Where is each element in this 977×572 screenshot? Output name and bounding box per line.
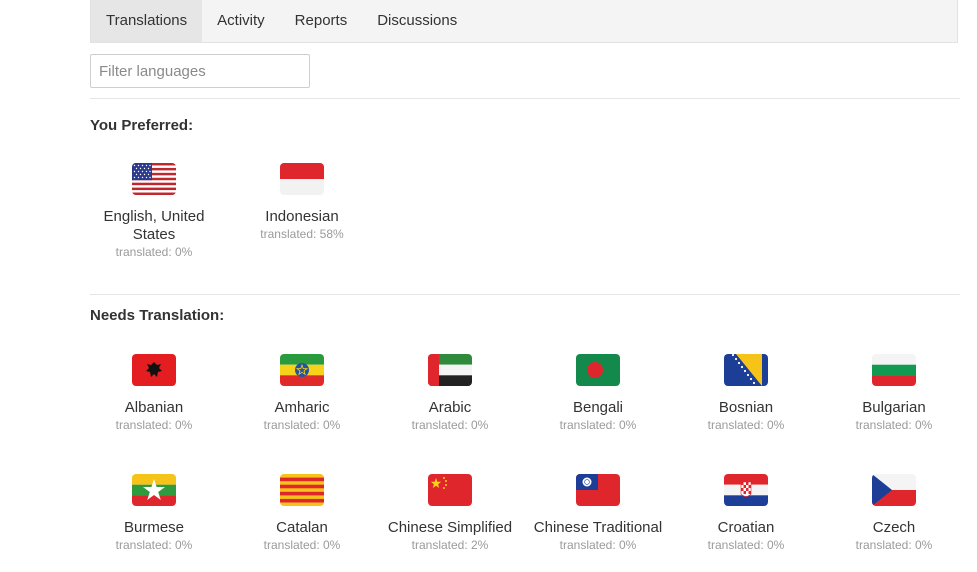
indonesia-flag-icon (280, 163, 324, 195)
language-name: Chinese Simplified (387, 519, 513, 536)
language-item-bengali[interactable]: Bengali translated: 0% (524, 354, 672, 433)
translation-status: translated: 0% (855, 418, 933, 432)
language-name: Amharic (274, 399, 330, 416)
language-item-czech[interactable]: Czech translated: 0% (820, 474, 968, 553)
bangladesh-flag-icon (576, 354, 620, 386)
language-name: Bulgarian (862, 399, 926, 416)
translation-status: translated: 2% (411, 538, 489, 552)
bulgaria-flag-icon (872, 354, 916, 386)
language-name: Burmese (123, 519, 185, 536)
language-name: Albanian (124, 399, 184, 416)
myanmar-flag-icon (132, 474, 176, 506)
bosnia-flag-icon (724, 354, 768, 386)
language-item-chinese-simplified[interactable]: Chinese Simplified translated: 2% (376, 474, 524, 553)
taiwan-flag-icon (576, 474, 620, 506)
needs-section-title: Needs Translation: (90, 307, 225, 324)
language-name: Czech (872, 519, 916, 536)
tab-discussions[interactable]: Discussions (362, 0, 472, 42)
language-item-arabic[interactable]: Arabic translated: 0% (376, 354, 524, 433)
divider (90, 294, 960, 295)
translation-status: translated: 0% (559, 418, 637, 432)
language-name: English, United States (103, 208, 205, 243)
translation-status: translated: 0% (263, 418, 341, 432)
albania-flag-icon (132, 354, 176, 386)
translation-status: translated: 0% (115, 418, 193, 432)
language-name: Chinese Traditional (533, 519, 663, 536)
language-item-bulgarian[interactable]: Bulgarian translated: 0% (820, 354, 968, 433)
tab-bar: Translations Activity Reports Discussion… (90, 0, 958, 43)
language-item-indonesian[interactable]: Indonesian translated: 58% (228, 163, 376, 242)
translation-status: translated: 0% (115, 245, 193, 259)
us-flag-icon (132, 163, 176, 195)
translation-status: translated: 58% (260, 227, 344, 241)
language-item-amharic[interactable]: Amharic translated: 0% (228, 354, 376, 433)
language-item-croatian[interactable]: Croatian translated: 0% (672, 474, 820, 553)
catalonia-flag-icon (280, 474, 324, 506)
translation-status: translated: 0% (115, 538, 193, 552)
filter-languages-input[interactable] (90, 54, 310, 88)
translation-status: translated: 0% (411, 418, 489, 432)
translation-status: translated: 0% (263, 538, 341, 552)
china-flag-icon (428, 474, 472, 506)
language-name: Indonesian (265, 208, 339, 225)
language-item-catalan[interactable]: Catalan translated: 0% (228, 474, 376, 553)
ethiopia-flag-icon (280, 354, 324, 386)
translation-status: translated: 0% (707, 418, 785, 432)
translation-status: translated: 0% (707, 538, 785, 552)
language-name: Bosnian (718, 399, 774, 416)
language-name: Catalan (276, 519, 328, 536)
czech-flag-icon (872, 474, 916, 506)
translation-status: translated: 0% (855, 538, 933, 552)
language-name: Croatian (717, 519, 775, 536)
divider (90, 98, 960, 99)
tab-activity[interactable]: Activity (202, 0, 280, 42)
language-item-english-us[interactable]: English, United States translated: 0% (80, 163, 228, 260)
language-item-bosnian[interactable]: Bosnian translated: 0% (672, 354, 820, 433)
language-item-chinese-traditional[interactable]: Chinese Traditional translated: 0% (524, 474, 672, 553)
language-item-burmese[interactable]: Burmese translated: 0% (80, 474, 228, 553)
tab-reports[interactable]: Reports (280, 0, 363, 42)
language-name: Arabic (428, 399, 472, 416)
tab-translations[interactable]: Translations (91, 0, 203, 42)
croatia-flag-icon (724, 474, 768, 506)
language-item-albanian[interactable]: Albanian translated: 0% (80, 354, 228, 433)
preferred-section-title: You Preferred: (90, 117, 194, 134)
language-name: Bengali (572, 399, 624, 416)
translation-status: translated: 0% (559, 538, 637, 552)
uae-flag-icon (428, 354, 472, 386)
